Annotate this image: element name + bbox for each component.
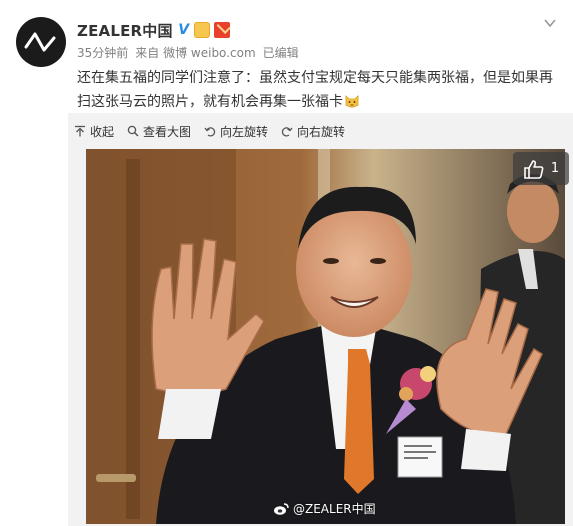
verified-icon: V	[178, 22, 190, 38]
chevron-down-icon[interactable]	[543, 16, 557, 30]
member-badge-icon[interactable]	[193, 22, 210, 38]
rotate-left-button[interactable]: 向左旋转	[204, 123, 268, 140]
media-toolbar: 收起 查看大图 向左旋转 向右旋转	[74, 120, 358, 142]
post-meta: 35分钟前 来自 微博 weibo.com 已编辑	[77, 44, 306, 61]
cat-face-emoji-icon	[345, 95, 359, 108]
avatar[interactable]	[16, 17, 66, 67]
rotate-left-icon	[204, 127, 216, 137]
post-text: 还在集五福的同学们注意了：虽然支付宝规定每天只能集两张福，但是如果再扫这张马云的…	[77, 66, 565, 114]
like-count: 1	[550, 161, 560, 176]
rotate-right-label: 向右旋转	[297, 124, 346, 139]
post-source[interactable]: 来自 微博 weibo.com	[135, 44, 255, 61]
magnifier-icon	[127, 125, 139, 137]
weibo-post-card: ZEALER中国 V 35分钟前 来自 微博 weibo.com 已编辑 还在集…	[0, 0, 573, 526]
red-envelope-badge-icon[interactable]	[213, 22, 230, 38]
thumbs-up-icon	[524, 159, 544, 179]
rotate-right-icon	[281, 127, 293, 137]
rotate-right-button[interactable]: 向右旋转	[281, 123, 345, 140]
author-name[interactable]: ZEALER中国	[77, 20, 173, 41]
photo-watermark: @ZEALER中国	[273, 500, 376, 517]
view-large-label: 查看大图	[143, 124, 192, 139]
post-body: 还在集五福的同学们注意了：虽然支付宝规定每天只能集两张福，但是如果再扫这张马云的…	[77, 70, 553, 110]
weibo-logo-icon	[274, 502, 289, 515]
post-time[interactable]: 35分钟前	[77, 44, 128, 61]
photo-illustration	[86, 149, 565, 524]
collapse-label: 收起	[90, 124, 115, 139]
like-button[interactable]: 1	[513, 152, 569, 185]
author-row: ZEALER中国 V	[77, 20, 230, 40]
view-large-button[interactable]: 查看大图	[127, 123, 191, 140]
edited-label: 已编辑	[262, 46, 299, 60]
zealer-logo-icon	[24, 32, 56, 52]
watermark-text: @ZEALER中国	[293, 502, 376, 516]
collapse-button[interactable]: 收起	[74, 123, 114, 140]
rotate-left-label: 向左旋转	[220, 124, 269, 139]
post-photo[interactable]	[86, 149, 565, 524]
collapse-arrow-icon	[75, 125, 85, 137]
